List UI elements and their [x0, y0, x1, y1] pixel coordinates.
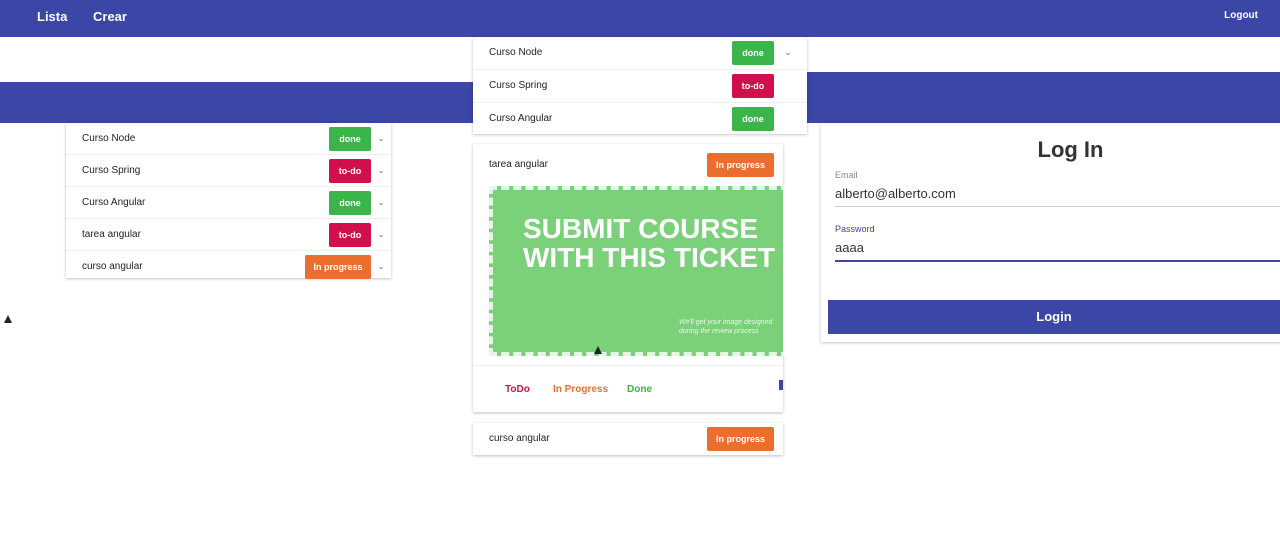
- password-underline: [835, 260, 1280, 262]
- email-label: Email: [835, 170, 858, 180]
- task-row[interactable]: Curso Spring to-do: [473, 70, 807, 103]
- status-chip-in-progress[interactable]: In progress: [305, 254, 371, 279]
- nav-crear-link[interactable]: Crear: [93, 9, 127, 24]
- scroll-marker: [779, 380, 783, 390]
- left-task-list: Curso Node done ⌄ Curso Spring to-do ⌄ C…: [66, 123, 391, 279]
- done-action-link[interactable]: Done: [627, 384, 652, 395]
- ticket-title: SUBMIT COURSE WITH THIS TICKET: [523, 213, 775, 273]
- task-row-last[interactable]: curso angular In progress: [473, 423, 783, 455]
- left-blue-band: [0, 82, 474, 123]
- password-field[interactable]: aaaa: [835, 240, 864, 255]
- chevron-down-icon[interactable]: ⌄: [371, 133, 391, 144]
- ticket-clip-mask: [783, 186, 808, 356]
- top-app-bar: [0, 0, 1280, 37]
- task-row[interactable]: Curso Angular done ⌄: [66, 187, 391, 219]
- task-label: tarea angular: [82, 229, 141, 240]
- status-chip-done[interactable]: done: [732, 41, 774, 65]
- task-label: Curso Node: [82, 133, 136, 144]
- mouse-cursor-icon: [4, 315, 12, 323]
- login-title: Log In: [1037, 137, 1104, 162]
- right-blue-band: [782, 72, 1280, 123]
- in-progress-action-link[interactable]: In Progress: [553, 384, 608, 395]
- status-chip-todo[interactable]: to-do: [329, 222, 371, 247]
- logout-link[interactable]: Logout: [1224, 10, 1258, 21]
- task-label: curso angular: [489, 433, 550, 444]
- task-row[interactable]: Curso Node done ⌄: [473, 37, 807, 70]
- email-underline: [835, 206, 1280, 207]
- task-label: Curso Angular: [489, 113, 553, 124]
- detail-task-label: tarea angular: [489, 159, 548, 170]
- task-row[interactable]: Curso Angular done: [473, 103, 807, 136]
- chevron-down-icon[interactable]: ⌄: [371, 165, 391, 176]
- task-label: curso angular: [82, 261, 143, 272]
- status-chip-todo[interactable]: to-do: [732, 74, 774, 98]
- submit-ticket-image: SUBMIT COURSE WITH THIS TICKET We'll get…: [489, 186, 789, 356]
- status-chip-done[interactable]: done: [732, 107, 774, 131]
- chevron-down-icon[interactable]: ⌄: [778, 47, 798, 58]
- task-label: Curso Angular: [82, 197, 146, 208]
- chevron-down-icon[interactable]: ⌄: [371, 261, 391, 272]
- status-chip-in-progress[interactable]: In progress: [707, 427, 774, 451]
- status-chip-done[interactable]: done: [329, 190, 371, 215]
- password-label: Password: [835, 224, 875, 234]
- cursor-icon: [594, 346, 602, 354]
- task-row[interactable]: tarea angular to-do ⌄: [66, 219, 391, 251]
- todo-action-link[interactable]: ToDo: [505, 384, 530, 395]
- task-row[interactable]: Curso Spring to-do ⌄: [66, 155, 391, 187]
- task-row[interactable]: Curso Node done ⌄: [66, 123, 391, 155]
- status-chip-in-progress[interactable]: In progress: [707, 153, 774, 177]
- middle-task-list: Curso Node done ⌄ Curso Spring to-do Cur…: [473, 37, 807, 136]
- nav-lista-link[interactable]: Lista: [37, 9, 67, 24]
- email-field[interactable]: alberto@alberto.com: [835, 186, 956, 201]
- status-chip-done[interactable]: done: [329, 126, 371, 151]
- task-row[interactable]: curso angular In progress ⌄: [66, 251, 391, 282]
- chevron-down-icon[interactable]: ⌄: [371, 197, 391, 208]
- ticket-note: We'll get your image designed during the…: [679, 319, 773, 335]
- task-label: Curso Node: [489, 47, 543, 58]
- task-label: Curso Spring: [489, 80, 548, 91]
- divider: [473, 365, 783, 366]
- task-label: Curso Spring: [82, 165, 141, 176]
- chevron-down-icon[interactable]: ⌄: [371, 229, 391, 240]
- status-chip-todo[interactable]: to-do: [329, 158, 371, 183]
- login-button[interactable]: Login: [828, 300, 1280, 334]
